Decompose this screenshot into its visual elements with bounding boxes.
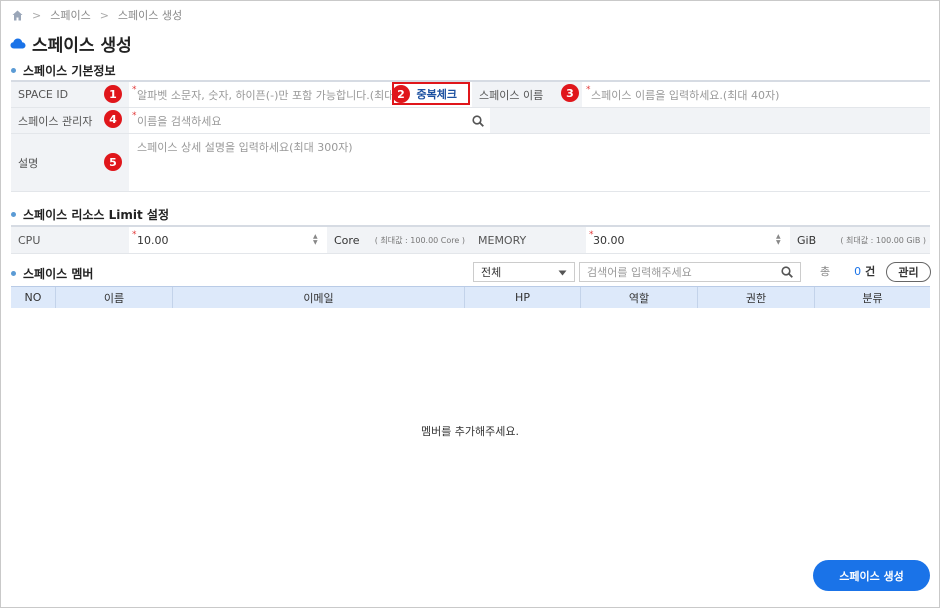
- home-icon[interactable]: [12, 10, 23, 21]
- total-count: 0: [854, 264, 862, 278]
- limits-table: CPU * 10.00 ▲ ▼ Core ( 최대값 : 100.00 Core …: [11, 225, 930, 254]
- manager-row: 스페이스 관리자 * 이름을 검색하세요: [11, 108, 930, 134]
- column-header-role[interactable]: 역할: [581, 287, 698, 308]
- badge-3: 3: [561, 84, 579, 102]
- section-dot-icon: [11, 212, 16, 217]
- breadcrumb-item-space[interactable]: 스페이스: [50, 7, 90, 23]
- breadcrumb-separator: >: [99, 8, 109, 22]
- cpu-input[interactable]: 10.00: [137, 234, 169, 247]
- limits-row: CPU * 10.00 ▲ ▼ Core ( 최대값 : 100.00 Core …: [11, 227, 930, 254]
- manager-search-input[interactable]: 이름을 검색하세요: [137, 113, 221, 129]
- create-space-button[interactable]: 스페이스 생성: [813, 560, 930, 591]
- required-mark: *: [586, 85, 591, 95]
- required-mark: *: [589, 230, 594, 240]
- cpu-unit: Core: [334, 233, 360, 247]
- required-mark: *: [132, 111, 137, 121]
- total-label: 총: [820, 265, 831, 278]
- cpu-stepper[interactable]: ▲ ▼: [313, 234, 322, 246]
- memory-stepper[interactable]: ▲ ▼: [776, 234, 785, 246]
- breadcrumb-item-current: 스페이스 생성: [117, 9, 183, 22]
- cpu-unit-cell: Core ( 최대값 : 100.00 Core ): [327, 227, 471, 253]
- manager-field[interactable]: * 이름을 검색하세요: [129, 108, 490, 133]
- memory-max-hint: ( 최대값 : 100.00 GiB ): [840, 235, 926, 245]
- space-id-row: SPACE ID * 알파벳 소문자, 숫자, 하이픈(-)만 포함 가능합니다…: [11, 82, 930, 108]
- column-header-name[interactable]: 이름: [56, 287, 173, 308]
- description-row: 설명 스페이스 상세 설명을 입력하세요(최대 300자): [11, 134, 930, 192]
- member-table-header: NO 이름 이메일 HP 역할 권한 분류: [11, 286, 930, 308]
- caret-down-icon: [558, 266, 567, 279]
- basic-info-table: SPACE ID * 알파벳 소문자, 숫자, 하이픈(-)만 포함 가능합니다…: [11, 80, 930, 192]
- badge-5: 5: [104, 153, 122, 171]
- space-name-field[interactable]: * 스페이스 이름을 입력하세요.(최대 40자): [582, 82, 930, 107]
- cpu-label: CPU: [11, 227, 129, 253]
- page-title-text: 스페이스 생성: [32, 36, 132, 56]
- member-count: 총 0 건: [820, 263, 875, 279]
- space-id-input[interactable]: 알파벳 소문자, 숫자, 하이픈(-)만 포함 가능합니다.(최대: [137, 87, 407, 103]
- member-search-field[interactable]: 검색어를 입력해주세요: [579, 262, 801, 282]
- column-header-no[interactable]: NO: [11, 287, 56, 308]
- column-header-permission[interactable]: 권한: [698, 287, 815, 308]
- badge-2: 2: [392, 85, 410, 103]
- memory-unit-cell: GiB ( 최대값 : 100.00 GiB ): [790, 227, 930, 253]
- section-basic-info-title: 스페이스 기본정보: [11, 62, 116, 79]
- breadcrumb: > 스페이스 > 스페이스 생성: [12, 8, 182, 22]
- count-unit: 건: [865, 265, 876, 278]
- breadcrumb-separator: >: [32, 8, 42, 22]
- section-members-title: 스페이스 멤버: [11, 265, 93, 282]
- cpu-field[interactable]: * 10.00 ▲ ▼: [129, 227, 327, 253]
- chevron-down-icon[interactable]: ▼: [776, 240, 785, 246]
- manage-members-button[interactable]: 관리: [886, 262, 931, 282]
- description-field[interactable]: 스페이스 상세 설명을 입력하세요(최대 300자): [129, 134, 930, 191]
- member-search-input[interactable]: 검색어를 입력해주세요: [587, 264, 692, 280]
- column-header-hp[interactable]: HP: [465, 287, 581, 308]
- section-members-text: 스페이스 멤버: [23, 267, 94, 281]
- member-filter-value: 전체: [481, 266, 502, 279]
- space-name-input[interactable]: 스페이스 이름을 입력하세요.(최대 40자): [591, 87, 779, 103]
- cpu-max-hint: ( 최대값 : 100.00 Core ): [374, 235, 465, 245]
- badge-4: 4: [104, 110, 122, 128]
- section-basic-info-text: 스페이스 기본정보: [23, 64, 116, 78]
- section-limits-text: 스페이스 리소스 Limit 설정: [23, 208, 170, 222]
- description-textarea[interactable]: 스페이스 상세 설명을 입력하세요(최대 300자): [137, 139, 353, 155]
- duplicate-check-label: 중복체크: [416, 87, 457, 101]
- chevron-down-icon[interactable]: ▼: [313, 240, 322, 246]
- cloud-icon: [10, 38, 26, 49]
- section-dot-icon: [11, 68, 16, 73]
- create-space-label: 스페이스 생성: [839, 569, 904, 583]
- search-icon[interactable]: [781, 266, 793, 278]
- page-title: 스페이스 생성: [10, 31, 132, 56]
- column-header-email[interactable]: 이메일: [173, 287, 465, 308]
- badge-1: 1: [104, 85, 122, 103]
- memory-field[interactable]: * 30.00 ▲ ▼: [586, 227, 790, 253]
- section-dot-icon: [11, 271, 16, 276]
- memory-unit: GiB: [797, 233, 817, 247]
- required-mark: *: [132, 85, 137, 95]
- section-limits-title: 스페이스 리소스 Limit 설정: [11, 206, 169, 223]
- member-empty-message: 멤버를 추가해주세요.: [420, 425, 520, 438]
- column-header-category[interactable]: 분류: [815, 287, 930, 308]
- memory-input[interactable]: 30.00: [593, 234, 625, 247]
- search-icon[interactable]: [472, 114, 484, 127]
- member-filter-select[interactable]: 전체: [473, 262, 575, 282]
- manage-label: 관리: [898, 266, 919, 279]
- manager-row-filler: [490, 108, 930, 133]
- required-mark: *: [132, 230, 137, 240]
- memory-label: MEMORY: [471, 227, 586, 253]
